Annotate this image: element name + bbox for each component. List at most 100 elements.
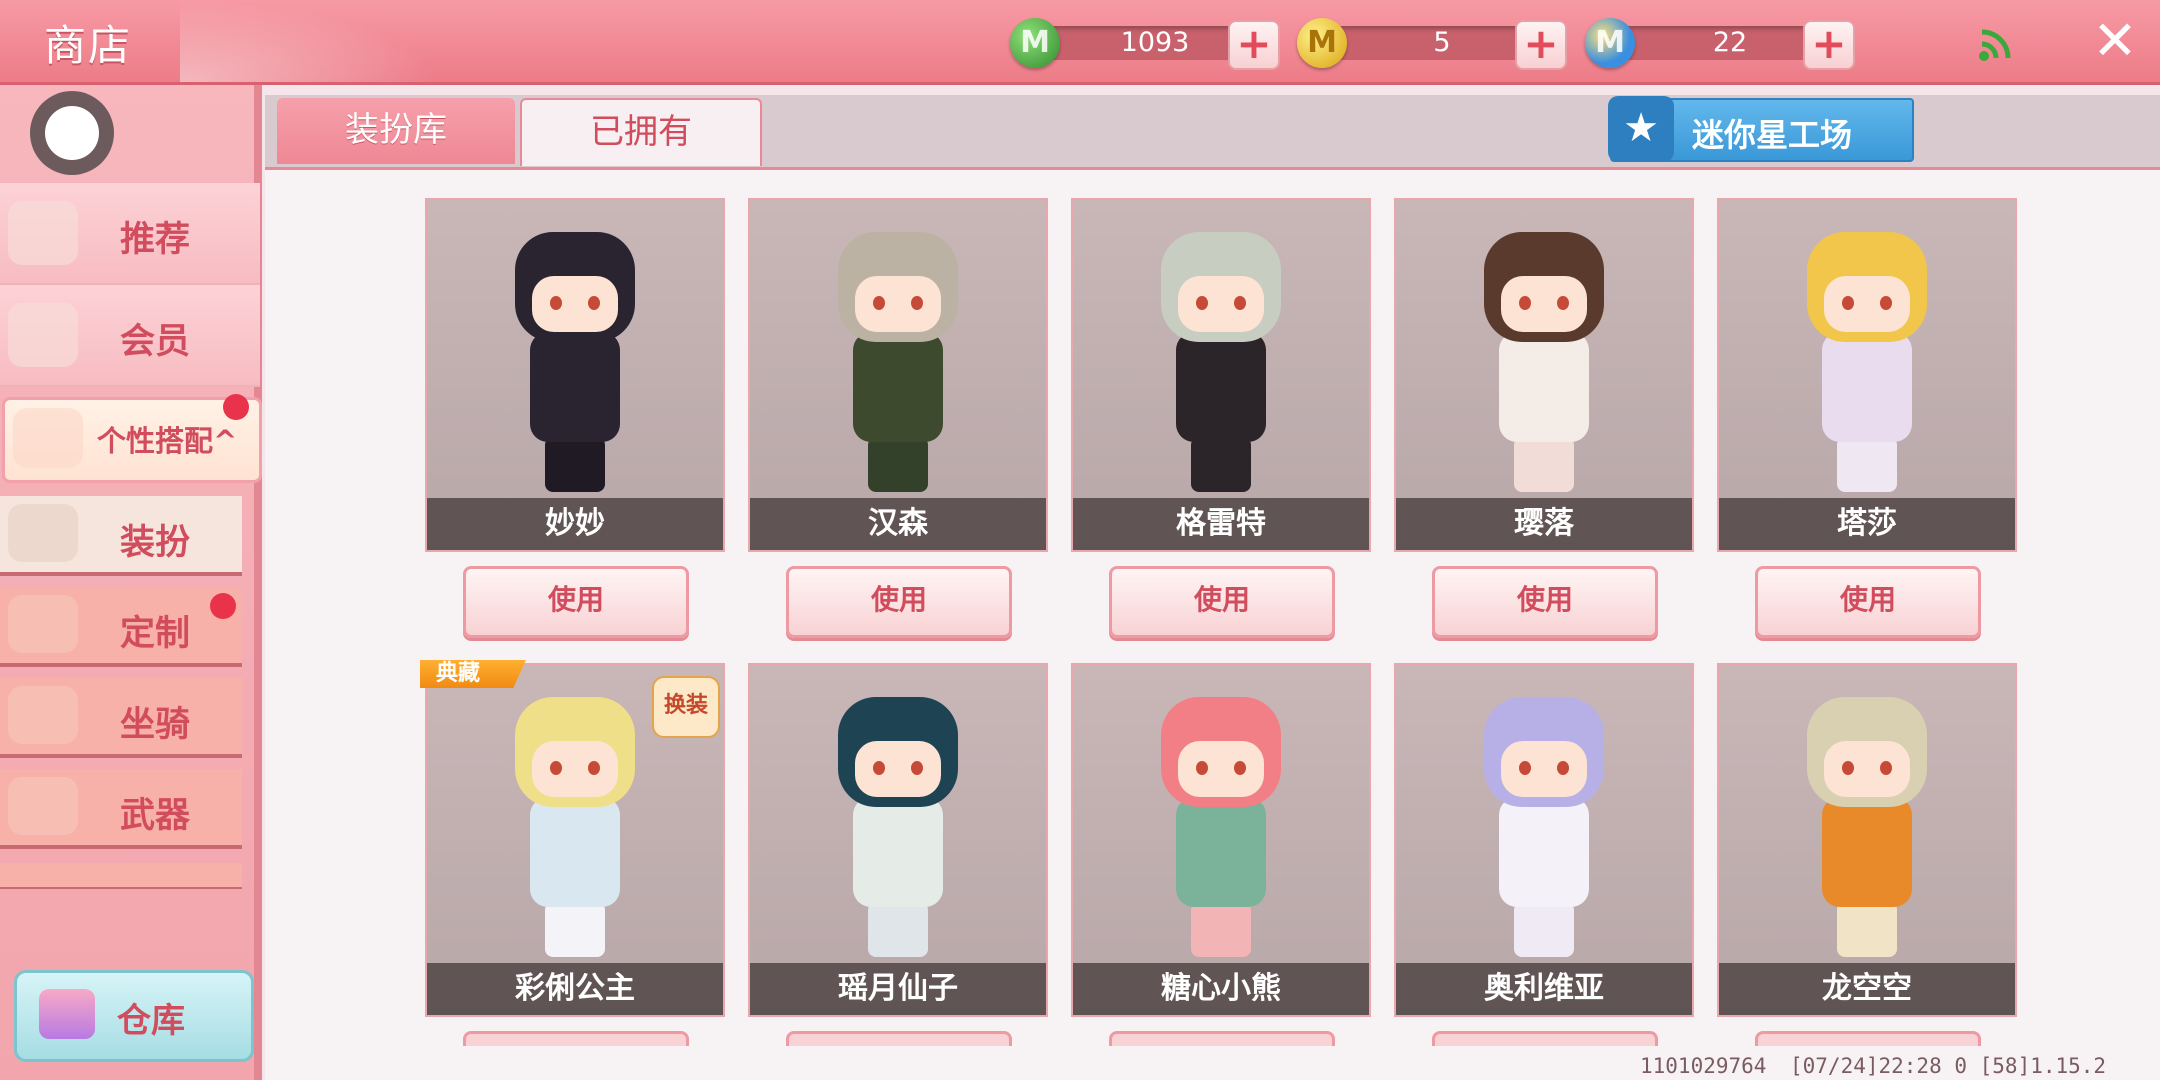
skin-card[interactable]: 格雷特 xyxy=(1071,198,1371,552)
pencil-icon xyxy=(8,595,78,653)
character-eye xyxy=(1519,761,1531,775)
character-legs xyxy=(868,902,928,957)
character-eye xyxy=(873,761,885,775)
character-eye xyxy=(1880,296,1892,310)
character-face xyxy=(1824,276,1910,332)
character-outfit xyxy=(530,332,620,442)
character-figure xyxy=(1146,697,1296,967)
add-gold-currency-button[interactable]: + xyxy=(1515,20,1567,70)
character-outfit xyxy=(1176,797,1266,907)
sidebar-item-personal-style[interactable]: 个性搭配^ xyxy=(2,394,262,483)
star-gear-icon xyxy=(13,408,83,468)
sidebar-subitem-mount[interactable]: 坐骑 xyxy=(0,678,242,758)
sidebar: 推荐 会员 个性搭配^ 装扮 定制 坐骑 武器 仓库 xyxy=(0,85,262,1080)
avatar-circle xyxy=(45,106,99,160)
character-face xyxy=(855,741,941,797)
character-legs xyxy=(1191,437,1251,492)
character-eye xyxy=(1234,761,1246,775)
sidebar-item-label: 推荐 xyxy=(120,220,191,260)
add-green-currency-button[interactable]: + xyxy=(1228,20,1280,70)
skin-name: 瑶月仙子 xyxy=(838,971,958,1006)
gun-icon xyxy=(8,777,78,835)
skin-card[interactable]: 龙空空 xyxy=(1717,663,2017,1017)
character-outfit xyxy=(530,797,620,907)
skin-name: 奥利维亚 xyxy=(1484,971,1604,1006)
sidebar-subitem-weapon[interactable]: 武器 xyxy=(0,769,242,849)
sidebar-item-recommend[interactable]: 推荐 xyxy=(0,183,260,285)
character-eye xyxy=(588,296,600,310)
character-eye xyxy=(911,761,923,775)
use-button[interactable]: 使用 xyxy=(786,566,1012,638)
character-eye xyxy=(1196,296,1208,310)
use-button-peek[interactable] xyxy=(786,1031,1012,1046)
use-button[interactable]: 使用 xyxy=(1432,566,1658,638)
sidebar-subitem-custom[interactable]: 定制 xyxy=(0,587,242,667)
character-legs xyxy=(1514,902,1574,957)
skin-card[interactable]: 璎落 xyxy=(1394,198,1694,552)
warehouse-label: 仓库 xyxy=(117,1001,185,1041)
warehouse-icon xyxy=(39,989,95,1039)
gold-m-coin-icon: M xyxy=(1297,18,1347,68)
character-face xyxy=(1501,741,1587,797)
use-button[interactable]: 使用 xyxy=(463,566,689,638)
skin-card[interactable]: 汉森 xyxy=(748,198,1048,552)
character-eye xyxy=(550,296,562,310)
notification-dot xyxy=(210,593,236,619)
character-face xyxy=(1178,741,1264,797)
use-button-peek[interactable] xyxy=(1432,1031,1658,1046)
header-decoration xyxy=(180,0,440,82)
currency-value: 5 xyxy=(1433,27,1451,58)
character-eye xyxy=(1196,761,1208,775)
currency-value: 1093 xyxy=(1120,27,1190,58)
sidebar-item-member[interactable]: 会员 xyxy=(0,285,260,387)
skin-card[interactable]: 妙妙 xyxy=(425,198,725,552)
character-legs xyxy=(1191,902,1251,957)
character-eye xyxy=(1557,761,1569,775)
avatar[interactable] xyxy=(30,91,114,175)
skin-card[interactable]: 塔莎 xyxy=(1717,198,2017,552)
tab-outfit-library[interactable]: 装扮库 xyxy=(277,98,515,164)
character-eye xyxy=(1880,761,1892,775)
sidebar-item-label: 装扮 xyxy=(120,523,191,563)
use-button[interactable]: 使用 xyxy=(1109,566,1335,638)
sidebar-item-label: 会员 xyxy=(120,322,191,362)
exchange-badge-icon: 换装 xyxy=(652,676,720,738)
character-legs xyxy=(1837,902,1897,957)
chevron-up-icon: ^ xyxy=(213,424,238,458)
use-button-peek[interactable] xyxy=(1755,1031,1981,1046)
tab-owned[interactable]: 已拥有 xyxy=(520,98,762,166)
add-blue-currency-button[interactable]: + xyxy=(1803,20,1855,70)
character-eye xyxy=(1519,296,1531,310)
character-face xyxy=(1178,276,1264,332)
top-bar: 商店 1093 M + 5 M + 22 M + ✕ xyxy=(0,0,2160,85)
thumbs-up-icon xyxy=(8,201,78,265)
skin-name: 龙空空 xyxy=(1822,971,1912,1006)
sidebar-subitem-outfit[interactable]: 装扮 xyxy=(0,496,242,576)
character-eye xyxy=(1842,296,1854,310)
character-face xyxy=(855,276,941,332)
sidebar-item-label: 定制 xyxy=(120,614,191,654)
shirt-icon xyxy=(8,504,78,562)
character-figure xyxy=(1792,232,1942,502)
character-figure xyxy=(823,697,973,967)
character-legs xyxy=(545,902,605,957)
skin-card[interactable]: 糖心小熊 xyxy=(1071,663,1371,1017)
user-id: 1101029764 xyxy=(1640,1054,1767,1078)
character-figure xyxy=(1469,697,1619,967)
expanded-item-label: 个性搭配 xyxy=(97,424,214,458)
use-button-peek[interactable] xyxy=(1109,1031,1335,1046)
tab-bar: 装扮库 已拥有 ★ 迷你星工场 xyxy=(265,95,2160,170)
skin-name: 彩俐公主 xyxy=(515,971,635,1006)
character-figure xyxy=(823,232,973,502)
skin-card[interactable]: 奥利维亚 xyxy=(1394,663,1694,1017)
mini-works-button[interactable]: ★ 迷你星工场 xyxy=(1608,96,1914,162)
notification-dot xyxy=(223,394,249,420)
use-button[interactable]: 使用 xyxy=(1755,566,1981,638)
character-legs xyxy=(868,437,928,492)
character-outfit xyxy=(853,797,943,907)
character-figure xyxy=(1792,697,1942,967)
warehouse-button[interactable]: 仓库 xyxy=(14,970,254,1062)
skin-card[interactable]: 瑶月仙子 xyxy=(748,663,1048,1017)
close-button[interactable]: ✕ xyxy=(2090,14,2140,68)
use-button-peek[interactable] xyxy=(463,1031,689,1046)
